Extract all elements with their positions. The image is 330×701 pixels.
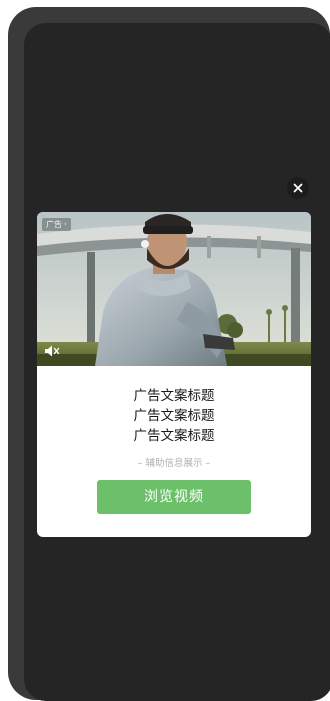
close-ad-button[interactable] xyxy=(287,177,309,199)
ad-video[interactable]: 广告 › xyxy=(37,212,311,366)
browse-video-button[interactable]: 浏览视频 xyxy=(97,480,251,514)
ad-sub-info: – 辅助信息展示 – xyxy=(137,458,211,469)
ad-title-line-2: 广告文案标题 xyxy=(133,408,215,424)
speaker-muted-icon[interactable] xyxy=(44,344,60,358)
chevron-right-icon: › xyxy=(64,220,67,228)
ad-badge-label: 广告 xyxy=(46,220,62,229)
ad-badge[interactable]: 广告 › xyxy=(42,218,71,231)
ad-title-line-1: 广告文案标题 xyxy=(133,388,215,404)
ad-card: 广告 › 广告文案标题 广告文案标题 广告文案标题 – 辅助信息展示 – 浏览视… xyxy=(37,212,311,537)
ad-title-line-3: 广告文案标题 xyxy=(133,428,215,444)
close-icon xyxy=(293,183,303,193)
ad-title-block: 广告文案标题 广告文案标题 广告文案标题 xyxy=(37,386,311,446)
ad-video-frame xyxy=(37,212,311,366)
